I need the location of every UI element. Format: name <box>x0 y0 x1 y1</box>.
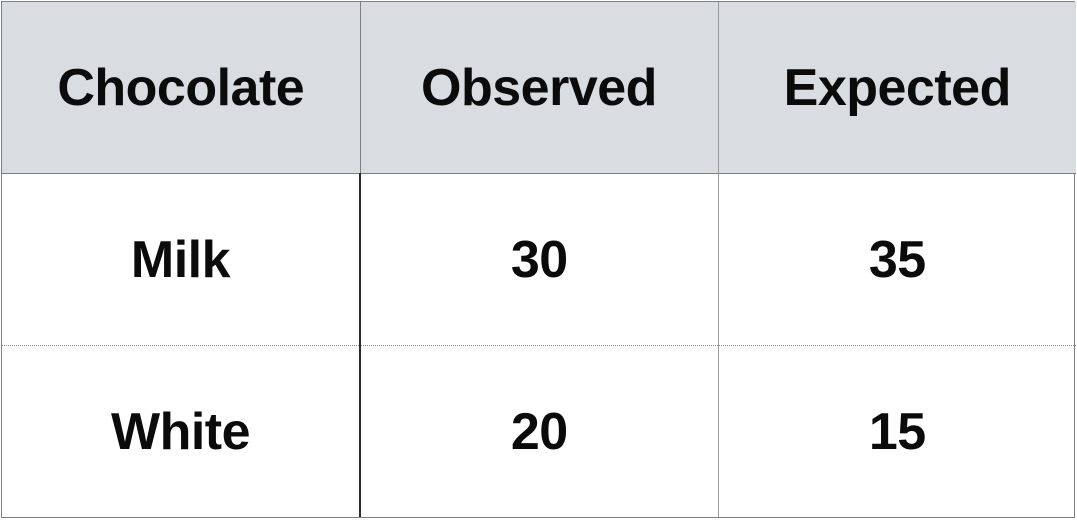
chocolate-table: Chocolate Observed Expected Milk 30 35 W… <box>2 2 1076 517</box>
cell-chocolate: White <box>2 345 361 517</box>
column-header-observed: Observed <box>360 2 719 174</box>
cell-chocolate: Milk <box>2 173 361 346</box>
header-row: Chocolate Observed Expected <box>2 2 1076 174</box>
table-row: White 20 15 <box>2 345 1076 517</box>
cell-expected: 15 <box>868 402 926 461</box>
table-row: Milk 30 35 <box>2 173 1076 346</box>
column-header-expected: Expected <box>718 2 1076 174</box>
cell-observed: 30 <box>360 173 719 346</box>
cell-expected: 35 <box>718 173 1076 346</box>
chocolate-table-container: Chocolate Observed Expected Milk 30 35 W… <box>1 1 1076 518</box>
cell-observed: 20 <box>360 345 719 517</box>
column-header-chocolate: Chocolate <box>2 2 361 174</box>
